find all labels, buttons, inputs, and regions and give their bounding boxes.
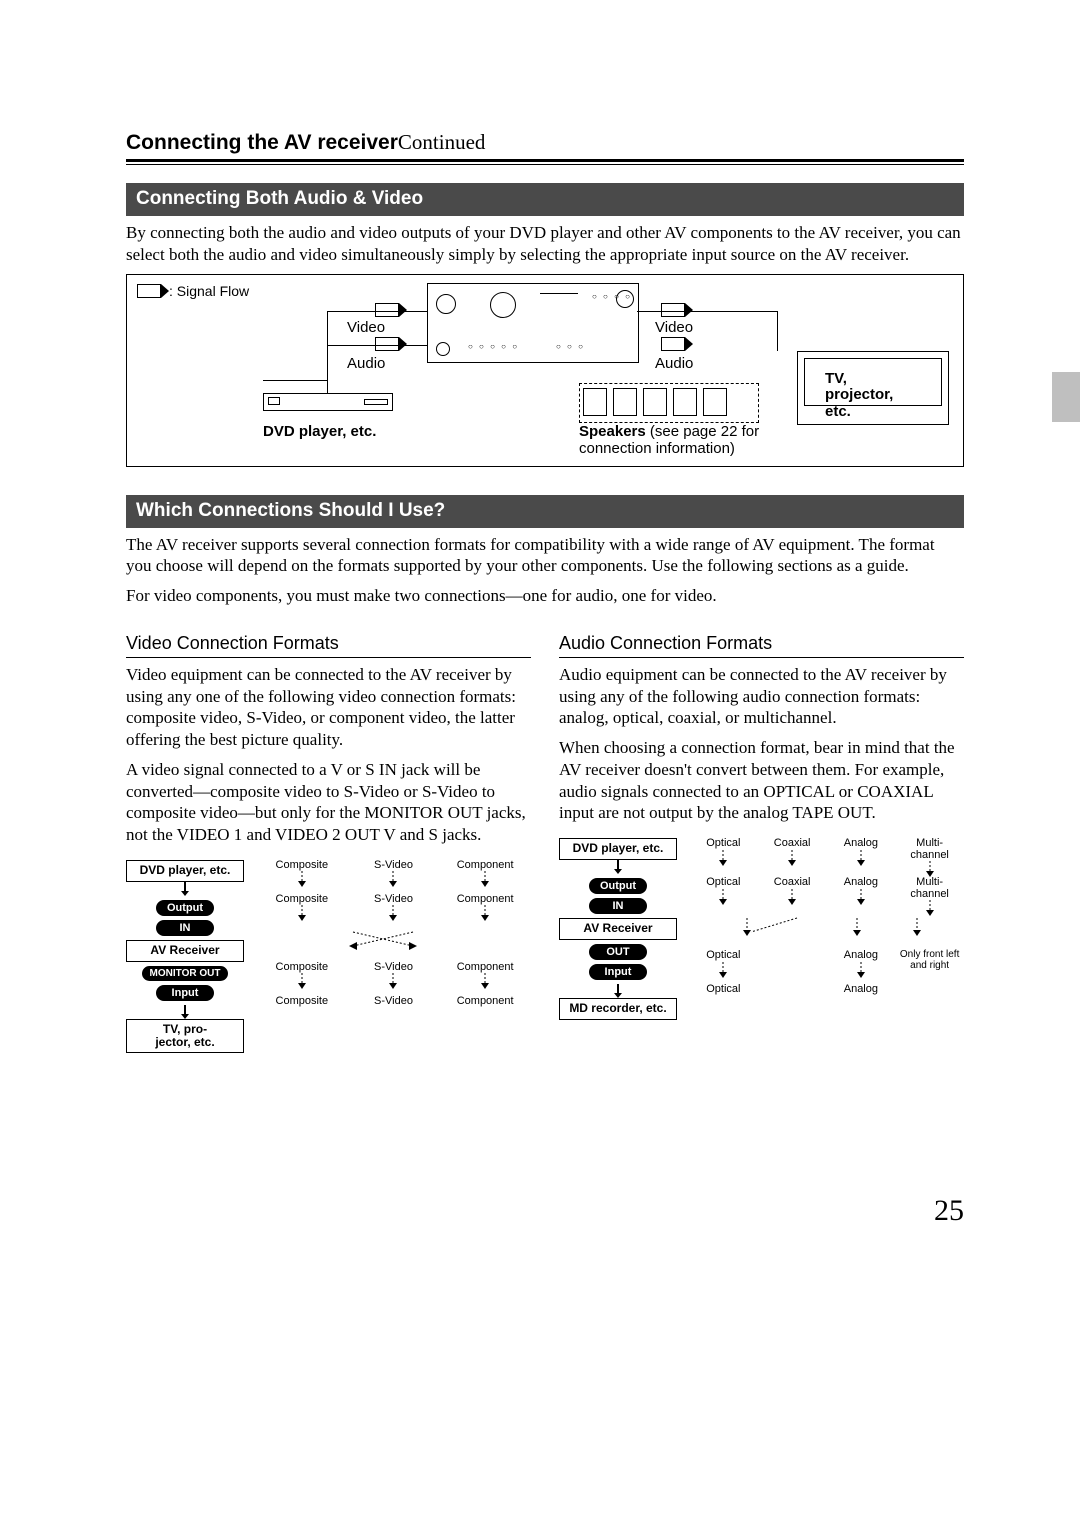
cross-convert-icon bbox=[313, 928, 473, 950]
audio-formats-p2: When choosing a connection format, bear … bbox=[559, 737, 964, 824]
title-main: Connecting the AV receiver bbox=[126, 131, 398, 154]
signal-flow-diagram: : Signal Flow ○ ○ ○ ○ ○ ○ ○ ○ ○ ○ ○ ○ Vi… bbox=[126, 274, 964, 467]
mcell: S-Video bbox=[374, 860, 413, 872]
receiver-illustration: ○ ○ ○ ○ ○ ○ ○ ○ ○ ○ ○ ○ bbox=[427, 283, 639, 363]
pill-monitor-out: MONITOR OUT bbox=[142, 966, 229, 981]
label-video-right: Video bbox=[655, 319, 693, 336]
flow-arrow-icon bbox=[661, 303, 685, 317]
audio-formats-column: Audio Connection Formats Audio equipment… bbox=[559, 615, 964, 1053]
node-dvd-audio: DVD player, etc. bbox=[559, 838, 677, 860]
pill-output: Output bbox=[156, 900, 214, 916]
video-matrix: Composite S-Video Component Composite S-… bbox=[256, 860, 531, 1030]
node-md: MD recorder, etc. bbox=[559, 998, 677, 1020]
mcell: Multi- channel bbox=[910, 838, 949, 861]
video-flow-diagram: DVD player, etc. Output IN AV Receiver M… bbox=[126, 860, 531, 1053]
flow-arrow-icon bbox=[661, 337, 685, 351]
mcell: Component bbox=[457, 860, 514, 872]
node-dvd: DVD player, etc. bbox=[126, 860, 244, 882]
mcell: Composite bbox=[276, 894, 329, 906]
mcell: S-Video bbox=[374, 894, 413, 906]
mcell: Analog bbox=[844, 838, 878, 850]
mcell: Analog bbox=[844, 950, 878, 962]
mcell: Analog bbox=[844, 877, 878, 889]
node-tv: TV, pro- jector, etc. bbox=[126, 1019, 244, 1053]
mcell: Composite bbox=[276, 996, 329, 1008]
pill-out-audio: OUT bbox=[589, 944, 647, 960]
label-video-left: Video bbox=[347, 319, 385, 336]
mcell: Composite bbox=[276, 860, 329, 872]
audio-flow-diagram: DVD player, etc. Output IN AV Receiver O… bbox=[559, 838, 964, 1020]
dvd-illustration bbox=[263, 393, 393, 411]
mcell: Optical bbox=[706, 877, 740, 889]
page-tab-marker bbox=[1052, 372, 1080, 422]
flow-arrow-icon bbox=[375, 303, 399, 317]
mcell: S-Video bbox=[374, 996, 413, 1008]
node-receiver-audio: AV Receiver bbox=[559, 918, 677, 940]
page-title: Connecting the AV receiverContinued bbox=[126, 130, 964, 155]
page: Connecting the AV receiverContinued Conn… bbox=[0, 0, 1080, 1528]
sec1-paragraph: By connecting both the audio and video o… bbox=[126, 222, 964, 266]
mcell: Component bbox=[457, 962, 514, 974]
video-formats-header: Video Connection Formats bbox=[126, 633, 531, 658]
mcell: Composite bbox=[276, 962, 329, 974]
mcell: Only front left and right bbox=[899, 950, 960, 971]
section-header-connecting-both: Connecting Both Audio & Video bbox=[126, 183, 964, 216]
label-audio-left: Audio bbox=[347, 355, 385, 372]
sec2-paragraph2: For video components, you must make two … bbox=[126, 585, 964, 607]
label-dvd: DVD player, etc. bbox=[263, 423, 376, 440]
video-formats-p1: Video equipment can be connected to the … bbox=[126, 664, 531, 751]
speakers-illustration bbox=[579, 383, 759, 423]
flow-arrow-icon bbox=[137, 284, 161, 298]
converge-icon bbox=[717, 916, 937, 936]
pill-output-audio: Output bbox=[589, 878, 647, 894]
mcell: Optical bbox=[706, 984, 740, 996]
audio-formats-p1: Audio equipment can be connected to the … bbox=[559, 664, 964, 729]
section-header-which-connections: Which Connections Should I Use? bbox=[126, 495, 964, 528]
mcell: Coaxial bbox=[774, 838, 811, 850]
rule-thin bbox=[126, 164, 964, 165]
audio-formats-header: Audio Connection Formats bbox=[559, 633, 964, 658]
speakers-bold: Speakers bbox=[579, 423, 646, 440]
pill-input: Input bbox=[156, 985, 214, 1001]
title-continued: Continued bbox=[398, 130, 486, 154]
video-formats-p2: A video signal connected to a V or S IN … bbox=[126, 759, 531, 846]
label-speakers: Speakers (see page 22 for connection inf… bbox=[579, 423, 779, 458]
mcell: Optical bbox=[706, 838, 740, 850]
mcell: Component bbox=[457, 894, 514, 906]
pill-in-audio: IN bbox=[589, 898, 647, 914]
page-number: 25 bbox=[934, 1194, 964, 1228]
legend-text: : Signal Flow bbox=[169, 283, 249, 299]
pill-input-audio: Input bbox=[589, 964, 647, 980]
mcell: S-Video bbox=[374, 962, 413, 974]
mcell: Optical bbox=[706, 950, 740, 962]
label-tv: TV, projector, etc. bbox=[825, 371, 915, 421]
mcell: Analog bbox=[844, 984, 878, 996]
mcell: Multi- channel bbox=[910, 877, 949, 900]
video-formats-column: Video Connection Formats Video equipment… bbox=[126, 615, 531, 1053]
node-receiver: AV Receiver bbox=[126, 940, 244, 962]
audio-matrix: Optical Coaxial Analog Multi- channel Op… bbox=[689, 838, 964, 1018]
mcell: Coaxial bbox=[774, 877, 811, 889]
label-audio-right: Audio bbox=[655, 355, 693, 372]
sec2-paragraph1: The AV receiver supports several connect… bbox=[126, 534, 964, 578]
pill-in: IN bbox=[156, 920, 214, 936]
mcell: Component bbox=[457, 996, 514, 1008]
flow-arrow-icon bbox=[375, 337, 399, 351]
rule-thick bbox=[126, 159, 964, 162]
